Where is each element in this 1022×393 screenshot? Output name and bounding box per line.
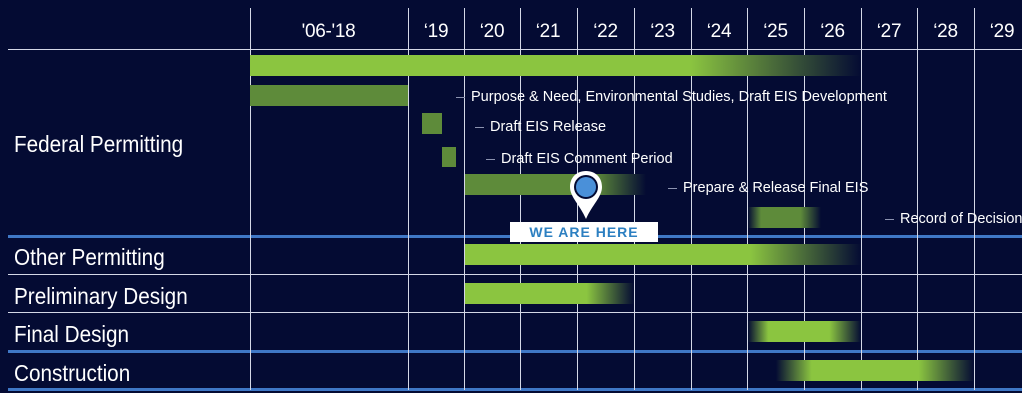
row-separator <box>8 49 1022 50</box>
leader-line <box>885 218 894 220</box>
tick-label: ‘22 <box>593 21 618 42</box>
row-separator <box>8 388 1022 391</box>
annotation-record-of-decision: Record of Decision <box>885 210 1022 228</box>
leader-line <box>486 158 495 160</box>
gantt-bar <box>464 244 861 265</box>
gantt-bar <box>464 174 646 195</box>
row-separator <box>8 312 1022 313</box>
row-separator <box>8 274 1022 275</box>
location-pin-icon <box>570 171 602 219</box>
row-separator <box>8 350 1022 353</box>
row-label-preliminary-design: Preliminary Design <box>14 283 188 309</box>
gantt-bar <box>747 207 822 228</box>
tick-label: ‘27 <box>876 21 902 42</box>
gantt-bar <box>422 113 442 134</box>
annotation-text: Purpose & Need, Environmental Studies, D… <box>471 89 887 105</box>
row-label-construction: Construction <box>14 360 131 386</box>
tick-label: ‘21 <box>535 21 561 42</box>
annotation-final-eis: Prepare & Release Final EIS <box>668 179 868 197</box>
annotation-comment-period: Draft EIS Comment Period <box>486 150 673 168</box>
tick-label: ‘28 <box>933 21 958 42</box>
gantt-bar <box>250 85 408 106</box>
annotation-text: Draft EIS Comment Period <box>501 151 673 167</box>
annotation-purpose-need: Purpose & Need, Environmental Studies, D… <box>456 88 887 106</box>
grid-line <box>861 8 862 390</box>
tick-label: ‘19 <box>423 21 449 42</box>
annotation-text: Record of Decision <box>900 211 1022 227</box>
gantt-bar <box>250 55 861 76</box>
tick-label: ‘24 <box>706 21 732 42</box>
gantt-bar <box>775 360 974 381</box>
tick-label: ‘26 <box>820 21 845 42</box>
tick-label: '06-'18 <box>301 21 356 42</box>
leader-line <box>456 96 465 98</box>
row-label-federal-permitting: Federal Permitting <box>14 131 184 157</box>
grid-line <box>974 8 975 390</box>
row-label-other-permitting: Other Permitting <box>14 244 165 270</box>
tick-label: ‘23 <box>650 21 675 42</box>
gantt-bar <box>747 321 861 342</box>
gantt-bar <box>464 283 635 304</box>
annotation-text: Draft EIS Release <box>490 119 607 135</box>
annotation-text: Prepare & Release Final EIS <box>683 180 869 196</box>
tick-label: ‘20 <box>479 21 505 42</box>
we-are-here-label: WE ARE HERE <box>510 222 658 242</box>
gantt-chart: '06-'18 ‘19 ‘20 ‘21 ‘22 ‘23 ‘24 ‘25 ‘26 … <box>0 0 1022 393</box>
tick-label: ‘29 <box>989 21 1015 42</box>
row-label-final-design: Final Design <box>14 321 130 347</box>
grid-line <box>917 8 918 390</box>
gantt-bar <box>441 147 457 167</box>
leader-line <box>475 126 484 128</box>
leader-line <box>668 187 677 189</box>
annotation-draft-eis-release: Draft EIS Release <box>475 118 606 136</box>
tick-label: ‘25 <box>763 21 788 42</box>
